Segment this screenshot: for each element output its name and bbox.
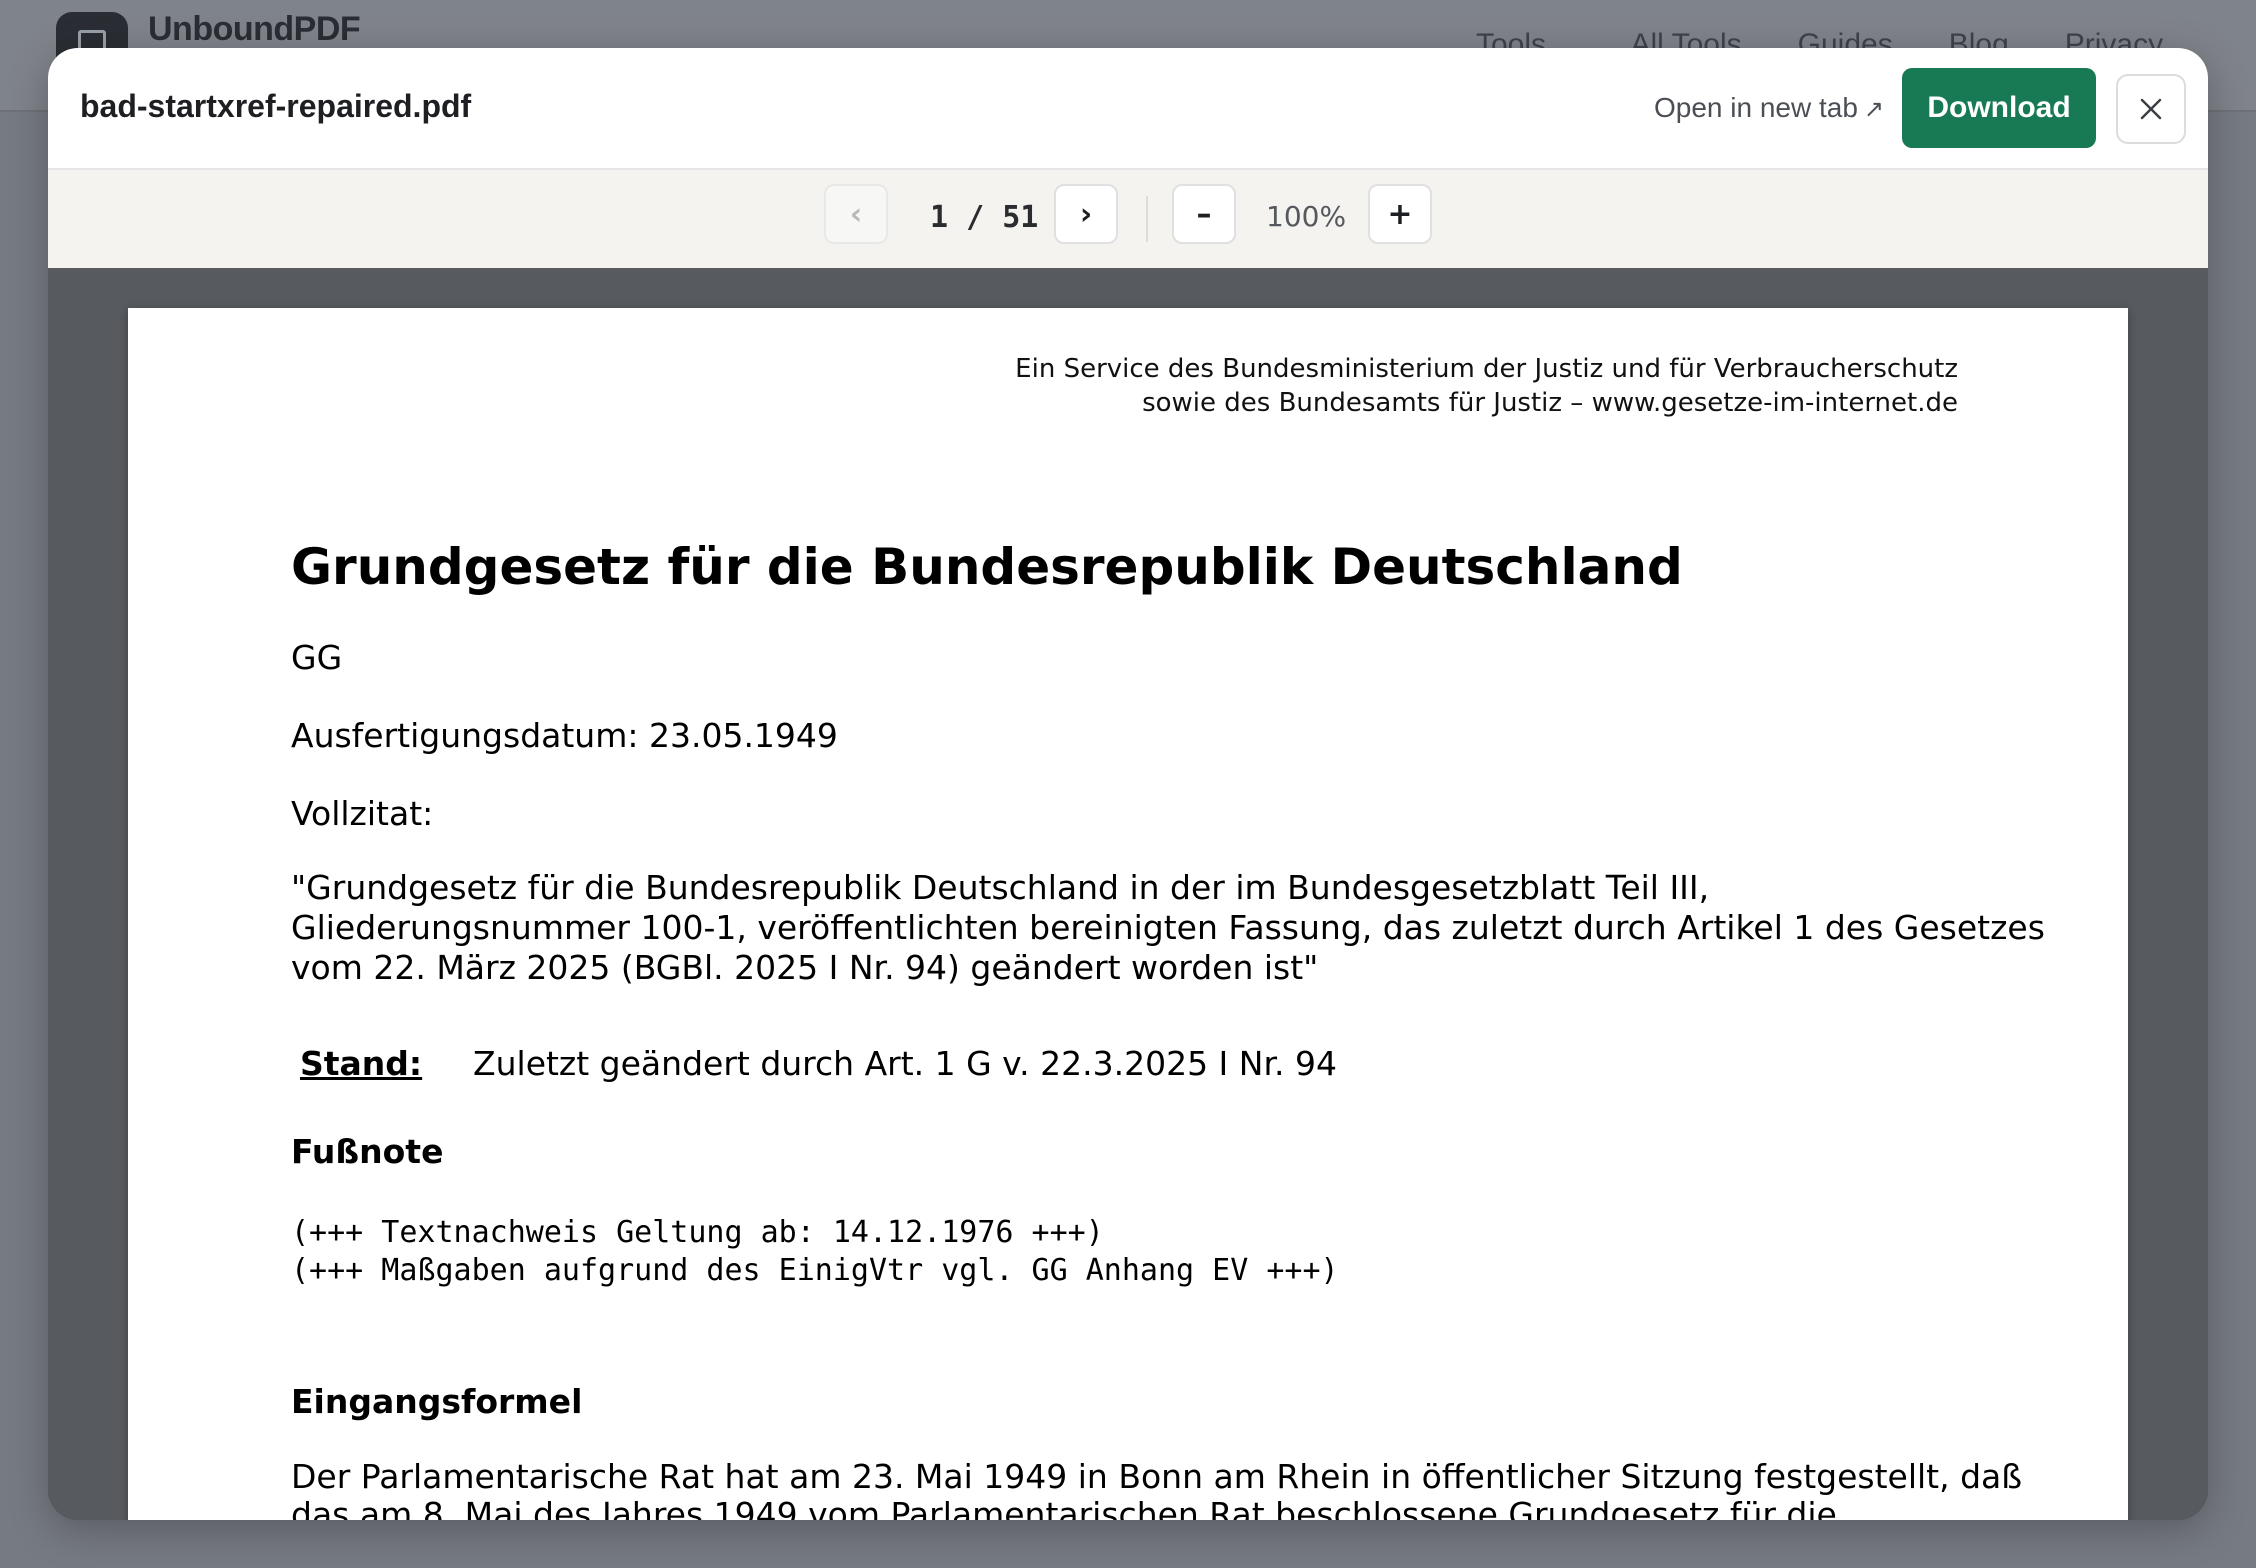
external-link-icon: ↗ bbox=[1863, 96, 1885, 123]
download-button[interactable]: Download bbox=[1902, 68, 2096, 148]
modal-header: bad-startxref-repaired.pdf Open in new t… bbox=[48, 48, 2208, 170]
footnote-line-2: (+++ Maßgaben aufgrund des EinigVtr vgl.… bbox=[291, 1253, 1339, 1288]
section-heading: Eingangsformel bbox=[291, 1382, 583, 1421]
pdf-viewport[interactable]: Ein Service des Bundesministerium der Ju… bbox=[48, 268, 2208, 1520]
page-indicator: 1 / 51 bbox=[930, 200, 1039, 235]
file-name: bad-startxref-repaired.pdf bbox=[80, 88, 472, 124]
body-paragraph: Der Parlamentarische Rat hat am 23. Mai … bbox=[291, 1457, 2051, 1521]
zoom-out-button[interactable]: – bbox=[1172, 184, 1236, 244]
vollzitat-label: Vollzitat: bbox=[291, 794, 434, 833]
document-title: Grundgesetz für die Bundesrepublik Deuts… bbox=[291, 538, 1683, 596]
body-line-2: das am 8. Mai des Jahres 1949 vom Parlam… bbox=[291, 1495, 1837, 1521]
zoom-in-button[interactable]: + bbox=[1368, 184, 1432, 244]
toolbar-divider bbox=[1146, 196, 1148, 242]
footnote-line-1: (+++ Textnachweis Geltung ab: 14.12.1976… bbox=[291, 1215, 1104, 1250]
stand-label: Stand: bbox=[300, 1044, 423, 1083]
brand-name: UnboundPDF bbox=[148, 10, 361, 48]
service-line-2: sowie des Bundesamts für Justiz – www.ge… bbox=[1142, 388, 1958, 418]
footnote-block: (+++ Textnachweis Geltung ab: 14.12.1976… bbox=[291, 1214, 1339, 1290]
body-line-1: Der Parlamentarische Rat hat am 23. Mai … bbox=[291, 1457, 2023, 1496]
next-page-button[interactable]: › bbox=[1054, 184, 1118, 244]
pdf-page: Ein Service des Bundesministerium der Ju… bbox=[128, 308, 2128, 1520]
footnote-heading: Fußnote bbox=[291, 1132, 444, 1171]
abbreviation: GG bbox=[291, 638, 343, 677]
previous-page-button[interactable]: ‹ bbox=[824, 184, 888, 244]
close-button[interactable] bbox=[2116, 74, 2186, 144]
date-line: Ausfertigungsdatum: 23.05.1949 bbox=[291, 716, 838, 755]
pdf-preview-modal: bad-startxref-repaired.pdf Open in new t… bbox=[48, 48, 2208, 1520]
close-icon bbox=[2140, 98, 2162, 120]
service-notice: Ein Service des Bundesministerium der Ju… bbox=[1015, 352, 1958, 420]
zoom-level: 100% bbox=[1266, 200, 1347, 233]
service-line-1: Ein Service des Bundesministerium der Ju… bbox=[1015, 354, 1958, 384]
vollzitat-text: "Grundgesetz für die Bundesrepublik Deut… bbox=[291, 868, 2045, 987]
open-in-new-tab-link[interactable]: Open in new tab ↗ bbox=[1654, 92, 1884, 124]
viewer-toolbar: ‹ 1 / 51 › – 100% + bbox=[48, 170, 2208, 270]
stand-value: Zuletzt geändert durch Art. 1 G v. 22.3.… bbox=[473, 1044, 1337, 1083]
